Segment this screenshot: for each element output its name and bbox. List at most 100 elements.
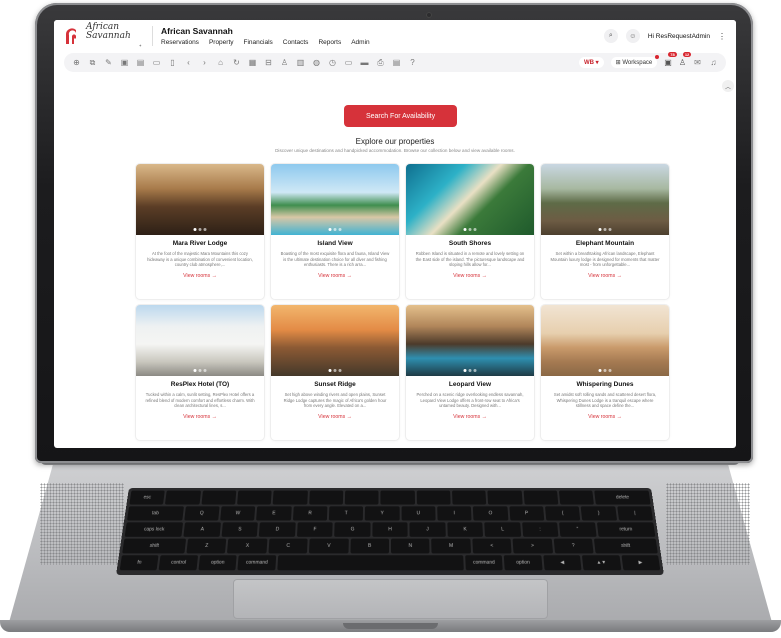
menu-reports[interactable]: Reports bbox=[318, 39, 341, 46]
keyboard-key[interactable]: esc bbox=[129, 490, 166, 505]
keyboard-key[interactable]: R bbox=[292, 506, 328, 521]
keyboard-key[interactable]: ▲▼ bbox=[582, 555, 621, 571]
messages-icon[interactable]: ✉ bbox=[693, 58, 702, 67]
keyboard-key[interactable]: } bbox=[580, 506, 617, 521]
keyboard-key[interactable]: ? bbox=[553, 538, 594, 554]
view-rooms-link[interactable]: View rooms → bbox=[406, 273, 534, 279]
view-rooms-link[interactable]: View rooms → bbox=[406, 414, 534, 420]
add-icon[interactable]: ⊕ bbox=[72, 58, 81, 67]
clock-icon[interactable]: ◷ bbox=[328, 58, 337, 67]
keyboard-key[interactable]: fn bbox=[119, 555, 159, 571]
keyboard-key[interactable]: < bbox=[472, 538, 512, 554]
help-icon[interactable]: ? bbox=[408, 58, 417, 67]
keyboard-key[interactable]: H bbox=[372, 522, 408, 537]
keyboard-key[interactable] bbox=[344, 490, 379, 505]
keyboard-key[interactable] bbox=[273, 490, 308, 505]
search-icon[interactable]: ⌕ bbox=[603, 29, 618, 43]
menu-reservations[interactable]: Reservations bbox=[161, 39, 199, 46]
property-card[interactable]: ResPlex Hotel (TO) Tucked within a calm,… bbox=[136, 305, 264, 440]
keyboard-key[interactable]: delete bbox=[594, 490, 651, 505]
keyboard-key[interactable]: I bbox=[437, 506, 472, 521]
keyboard-key[interactable]: shift bbox=[122, 538, 187, 554]
property-image[interactable] bbox=[271, 164, 399, 235]
keyboard-key[interactable]: tab bbox=[126, 506, 184, 521]
property-image[interactable] bbox=[406, 305, 534, 376]
chevron-left-icon[interactable]: ‹ bbox=[184, 58, 193, 67]
collapse-chevron-icon[interactable]: ︿ bbox=[722, 80, 734, 92]
people-badge-icon[interactable]: ♙ 12 bbox=[679, 52, 692, 67]
trackpad[interactable] bbox=[233, 579, 548, 619]
keyboard-key[interactable] bbox=[523, 490, 559, 505]
guest-icon[interactable]: ♙ bbox=[280, 58, 289, 67]
keyboard-key[interactable]: " bbox=[559, 522, 597, 537]
reservations-badge-icon[interactable]: ▣ 78 bbox=[664, 52, 677, 67]
workspace-button[interactable]: ⊞ Workspace bbox=[610, 55, 660, 68]
menu-contacts[interactable]: Contacts bbox=[283, 39, 309, 46]
carousel-dots[interactable] bbox=[598, 369, 612, 372]
view-rooms-link[interactable]: View rooms → bbox=[541, 273, 669, 279]
keyboard-key[interactable]: A bbox=[183, 522, 221, 537]
bed-icon[interactable]: ⊟ bbox=[264, 58, 273, 67]
property-image[interactable] bbox=[136, 305, 264, 376]
view-rooms-link[interactable]: View rooms → bbox=[541, 414, 669, 420]
keyboard-key[interactable] bbox=[237, 490, 273, 505]
carousel-dots[interactable] bbox=[463, 228, 477, 231]
keyboard-key[interactable]: shift bbox=[593, 538, 658, 554]
brand-logo-icon[interactable] bbox=[64, 28, 78, 44]
notes-icon[interactable]: ▤ bbox=[392, 58, 401, 67]
keyboard-key[interactable]: Y bbox=[365, 506, 400, 521]
keyboard-key[interactable]: Z bbox=[186, 538, 227, 554]
property-image[interactable] bbox=[406, 164, 534, 235]
menu-admin[interactable]: Admin bbox=[351, 39, 369, 46]
keyboard-key[interactable]: F bbox=[296, 522, 333, 537]
keyboard-key[interactable]: > bbox=[512, 538, 553, 554]
view-rooms-link[interactable]: View rooms → bbox=[271, 273, 399, 279]
keyboard-key[interactable]: option bbox=[504, 555, 543, 571]
keyboard-key[interactable]: E bbox=[256, 506, 292, 521]
carousel-dots[interactable] bbox=[193, 228, 207, 231]
keyboard-key[interactable]: D bbox=[259, 522, 296, 537]
keyboard-key[interactable]: U bbox=[401, 506, 436, 521]
view-rooms-link[interactable]: View rooms → bbox=[271, 414, 399, 420]
keyboard-key[interactable]: command bbox=[465, 555, 503, 571]
keyboard-key[interactable]: caps lock bbox=[124, 522, 184, 537]
keyboard-key[interactable] bbox=[165, 490, 201, 505]
carousel-dots[interactable] bbox=[463, 369, 477, 372]
document-copy-icon[interactable]: ▯ bbox=[168, 58, 177, 67]
monitor-icon[interactable]: ▭ bbox=[344, 58, 353, 67]
calendar-icon[interactable]: ▦ bbox=[248, 58, 257, 67]
keyboard-key[interactable] bbox=[559, 490, 595, 505]
keyboard-key[interactable]: X bbox=[227, 538, 268, 554]
carousel-dots[interactable] bbox=[328, 369, 342, 372]
save-icon[interactable]: ▣ bbox=[120, 58, 129, 67]
keyboard-key[interactable] bbox=[416, 490, 451, 505]
property-image[interactable] bbox=[271, 305, 399, 376]
keyboard-key[interactable] bbox=[487, 490, 523, 505]
keyboard-key[interactable] bbox=[380, 490, 415, 505]
menu-financials[interactable]: Financials bbox=[244, 39, 273, 46]
print-icon[interactable]: ⎙ bbox=[376, 58, 385, 68]
keyboard-key[interactable]: | bbox=[616, 506, 654, 521]
keyboard-key[interactable]: ▶ bbox=[621, 555, 661, 571]
document-icon[interactable]: ▭ bbox=[152, 58, 161, 67]
view-rooms-link[interactable]: View rooms → bbox=[136, 273, 264, 279]
view-rooms-link[interactable]: View rooms → bbox=[136, 414, 264, 420]
keyboard-key[interactable]: option bbox=[198, 555, 237, 571]
user-greeting[interactable]: Hi ResRequestAdmin bbox=[648, 33, 710, 40]
keyboard-key[interactable]: control bbox=[159, 555, 198, 571]
open-icon[interactable]: ⧉ bbox=[88, 58, 97, 68]
keyboard-key[interactable]: { bbox=[544, 506, 581, 521]
keyboard-key[interactable]: return bbox=[596, 522, 656, 537]
property-card[interactable]: Leopard View Perched on a scenic ridge o… bbox=[406, 305, 534, 440]
keyboard-key[interactable]: K bbox=[447, 522, 484, 537]
keyboard-key[interactable]: L bbox=[484, 522, 521, 537]
property-card[interactable]: Whispering Dunes Set amidst soft rolling… bbox=[541, 305, 669, 440]
delete-icon[interactable]: ▤ bbox=[136, 58, 145, 67]
keyboard-key[interactable] bbox=[308, 490, 344, 505]
keyboard-key[interactable]: T bbox=[328, 506, 364, 521]
keyboard-key[interactable]: : bbox=[521, 522, 559, 537]
property-image[interactable] bbox=[541, 164, 669, 235]
property-card[interactable]: South Shores Robben Island is situated i… bbox=[406, 164, 534, 299]
menu-property[interactable]: Property bbox=[209, 39, 234, 46]
edit-icon[interactable]: ✎ bbox=[104, 58, 113, 67]
